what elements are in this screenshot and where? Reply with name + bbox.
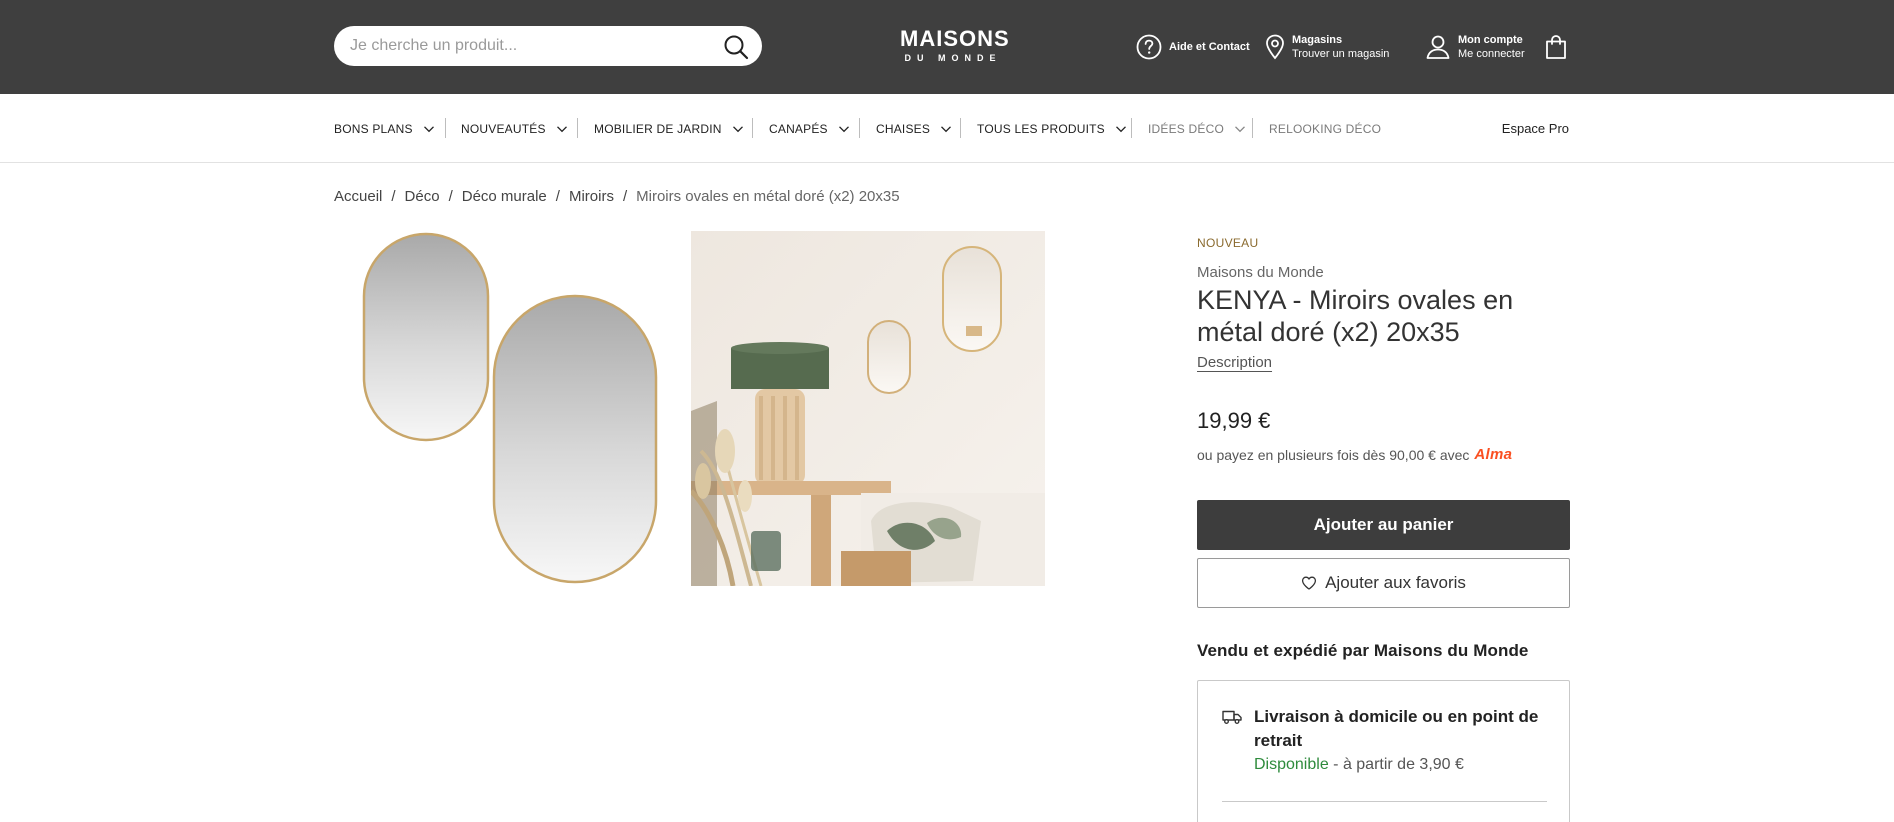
nav-item-label: MOBILIER DE JARDIN	[594, 121, 722, 136]
question-circle-icon	[1136, 34, 1162, 60]
alma-logo[interactable]: Alma	[1474, 446, 1512, 463]
delivery-price: - à partir de 3,90 €	[1328, 756, 1464, 773]
nav-item-label: CHAISES	[876, 121, 931, 136]
nav-divider	[577, 118, 578, 138]
description-link[interactable]: Description	[1197, 354, 1272, 371]
chevron-down-icon	[838, 125, 849, 132]
installment-info: ou payez en plusieurs fois dès 90,00 € a…	[1197, 446, 1512, 463]
chevron-down-icon	[1115, 125, 1126, 132]
nav-item-label: BONS PLANS	[334, 121, 413, 136]
nav-divider	[445, 118, 446, 138]
logo-line2: DU MONDE	[904, 53, 1002, 63]
breadcrumb-item-deco-murale[interactable]: Déco murale	[462, 188, 547, 205]
map-pin-icon	[1266, 34, 1284, 60]
user-icon	[1426, 35, 1450, 59]
breadcrumb-separator: /	[391, 187, 396, 205]
breadcrumb-current: Miroirs ovales en métal doré (x2) 20x35	[636, 187, 900, 205]
breadcrumb-item-accueil[interactable]: Accueil	[334, 188, 382, 205]
chevron-down-icon	[941, 125, 952, 132]
nav-item-bons-plans[interactable]: BONS PLANS	[334, 94, 435, 163]
help-contact-link[interactable]: Aide et Contact	[1135, 30, 1250, 64]
cart-link[interactable]	[1542, 30, 1576, 64]
favorites-label: Ajouter aux favoris	[1325, 573, 1466, 592]
delivery-options: Livraison à domicile ou en point de retr…	[1197, 680, 1570, 822]
help-label: Aide et Contact	[1169, 41, 1250, 53]
nav-divider	[1131, 118, 1132, 138]
product-image-main[interactable]	[334, 230, 688, 584]
product-title: KENYA - Miroirs ovales en métal doré (x2…	[1197, 285, 1514, 347]
stores-link[interactable]: Magasins Trouver un magasin	[1264, 30, 1389, 64]
product-price: 19,99 €	[1197, 408, 1271, 433]
search-icon[interactable]	[722, 33, 750, 61]
chevron-down-icon	[556, 125, 567, 132]
espace-pro-link[interactable]: Espace Pro	[1502, 94, 1569, 163]
nav-item-canapes[interactable]: CANAPÉS	[769, 94, 850, 163]
nav-item-label: NOUVEAUTÉS	[461, 121, 546, 136]
installment-text: ou payez en plusieurs fois dès 90,00 € a…	[1197, 446, 1470, 463]
brand-logo[interactable]: MAISONS DU MONDE	[900, 26, 1010, 64]
stores-label: Magasins	[1292, 33, 1343, 46]
chevron-down-icon	[732, 125, 743, 132]
product-image-lifestyle[interactable]	[691, 231, 1045, 586]
account-sub: Me connecter	[1458, 47, 1525, 60]
breadcrumb: Accueil / Déco / Déco murale / Miroirs /…	[334, 184, 900, 208]
new-badge: NOUVEAU	[1197, 236, 1259, 250]
nav-item-label: CANAPÉS	[769, 121, 828, 136]
nav-divider	[859, 118, 860, 138]
nav-item-idees-deco[interactable]: IDÉES DÉCO	[1148, 94, 1246, 163]
delivery-title: Livraison à domicile ou en point de retr…	[1254, 707, 1539, 750]
breadcrumb-separator: /	[448, 187, 453, 205]
account-label: Mon compte	[1458, 33, 1523, 46]
nav-item-mobilier-de-jardin[interactable]: MOBILIER DE JARDIN	[594, 94, 744, 163]
add-to-favorites-button[interactable]: Ajouter aux favoris	[1197, 558, 1570, 608]
delivery-divider	[1222, 801, 1547, 802]
top-header: MAISONS DU MONDE Aide et Contact Magasin…	[0, 0, 1894, 94]
nav-item-label: IDÉES DÉCO	[1148, 121, 1225, 136]
stores-sub: Trouver un magasin	[1292, 47, 1390, 60]
nav-item-nouveautes[interactable]: NOUVEAUTÉS	[461, 94, 568, 163]
nav-item-tous-les-produits[interactable]: TOUS LES PRODUITS	[977, 94, 1127, 163]
logo-line1: MAISONS	[900, 26, 1010, 51]
chevron-down-icon	[1235, 125, 1245, 132]
breadcrumb-separator: /	[555, 187, 560, 205]
availability-status: Disponible	[1254, 756, 1329, 773]
breadcrumb-item-miroirs[interactable]: Miroirs	[569, 188, 614, 205]
main-nav: BONS PLANS NOUVEAUTÉS MOBILIER DE JARDIN…	[0, 94, 1894, 163]
chevron-down-icon	[423, 125, 434, 132]
breadcrumb-item-deco[interactable]: Déco	[405, 188, 440, 205]
search-input[interactable]	[350, 26, 710, 66]
nav-divider	[752, 118, 753, 138]
delivery-status: Disponible - à partir de 3,90 €	[1254, 753, 1464, 777]
nav-item-chaises[interactable]: CHAISES	[876, 94, 952, 163]
nav-item-label: TOUS LES PRODUITS	[977, 121, 1105, 136]
nav-divider	[1252, 118, 1253, 138]
account-link[interactable]: Mon compte Me connecter	[1424, 30, 1525, 64]
heart-icon	[1302, 576, 1317, 590]
seller-info: Vendu et expédié par Maisons du Monde	[1197, 641, 1529, 660]
shopping-bag-icon	[1546, 35, 1566, 59]
nav-item-relooking-deco[interactable]: RELOOKING DÉCO	[1269, 94, 1381, 163]
nav-item-label: RELOOKING DÉCO	[1269, 121, 1382, 136]
product-brand[interactable]: Maisons du Monde	[1197, 264, 1324, 281]
add-to-cart-button[interactable]: Ajouter au panier	[1197, 500, 1570, 550]
truck-icon	[1222, 710, 1242, 724]
breadcrumb-separator: /	[622, 187, 628, 205]
search-bar[interactable]	[334, 26, 762, 66]
nav-divider	[960, 118, 961, 138]
